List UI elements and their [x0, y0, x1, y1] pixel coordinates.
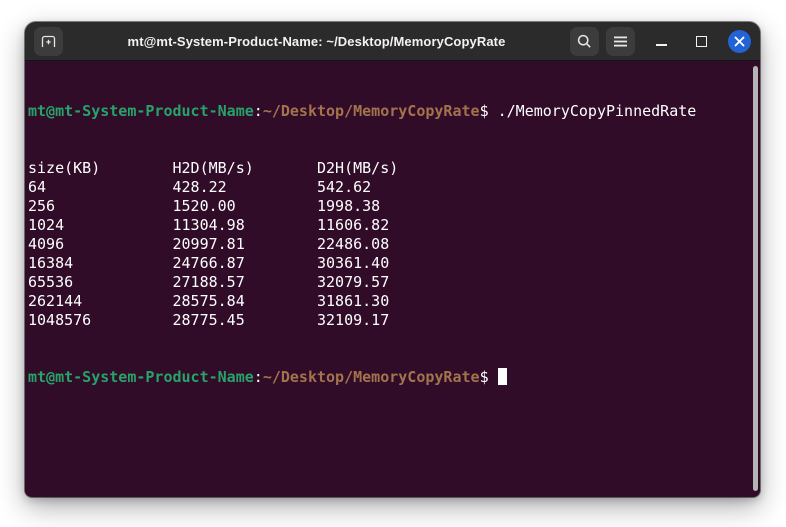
table-row: 65536 27188.57 32079.57	[28, 273, 760, 292]
search-button[interactable]	[570, 27, 599, 56]
terminal-window: mt@mt-System-Product-Name: ~/Desktop/Mem…	[25, 22, 760, 497]
minimize-button[interactable]	[649, 29, 673, 53]
terminal-output: mt@mt-System-Product-Name:~/Desktop/Memo…	[25, 61, 760, 425]
prompt-separator: :	[254, 368, 263, 386]
hamburger-menu-icon	[613, 35, 628, 48]
new-tab-button[interactable]	[34, 27, 63, 56]
table-row: 256 1520.00 1998.38	[28, 197, 760, 216]
prompt-line: mt@mt-System-Product-Name:~/Desktop/Memo…	[28, 368, 760, 387]
close-button[interactable]	[727, 29, 751, 53]
menu-button[interactable]	[606, 27, 635, 56]
new-tab-icon	[40, 33, 57, 50]
maximize-button[interactable]	[689, 29, 713, 53]
table-row: 262144 28575.84 31861.30	[28, 292, 760, 311]
prompt-user-host: mt@mt-System-Product-Name	[28, 368, 254, 386]
table-row: 4096 20997.81 22486.08	[28, 235, 760, 254]
terminal-screen[interactable]: mt@mt-System-Product-Name:~/Desktop/Memo…	[25, 61, 760, 496]
table-row: 1048576 28775.45 32109.17	[28, 311, 760, 330]
table-header-row: size(KB) H2D(MB/s) D2H(MB/s)	[28, 159, 760, 178]
search-icon	[576, 33, 593, 50]
minimize-icon	[656, 44, 667, 46]
command-line: mt@mt-System-Product-Name:~/Desktop/Memo…	[28, 102, 760, 121]
titlebar[interactable]: mt@mt-System-Product-Name: ~/Desktop/Mem…	[25, 22, 760, 61]
output-table: size(KB) H2D(MB/s) D2H(MB/s)64 428.22 54…	[28, 159, 760, 330]
table-row: 16384 24766.87 30361.40	[28, 254, 760, 273]
table-row: 64 428.22 542.62	[28, 178, 760, 197]
window-title: mt@mt-System-Product-Name: ~/Desktop/Mem…	[63, 34, 570, 49]
prompt-path: ~/Desktop/MemoryCopyRate	[263, 368, 480, 386]
prompt-dollar: $	[480, 368, 489, 386]
cursor-block	[498, 368, 507, 385]
command-text: ./MemoryCopyPinnedRate	[498, 102, 697, 120]
maximize-icon	[696, 36, 707, 47]
prompt-separator: :	[254, 102, 263, 120]
scrollbar[interactable]	[750, 61, 760, 496]
prompt-user-host: mt@mt-System-Product-Name	[28, 102, 254, 120]
table-row: 1024 11304.98 11606.82	[28, 216, 760, 235]
prompt-dollar: $	[480, 102, 489, 120]
scrollbar-thumb[interactable]	[753, 66, 758, 491]
prompt-path: ~/Desktop/MemoryCopyRate	[263, 102, 480, 120]
close-icon	[728, 30, 751, 53]
